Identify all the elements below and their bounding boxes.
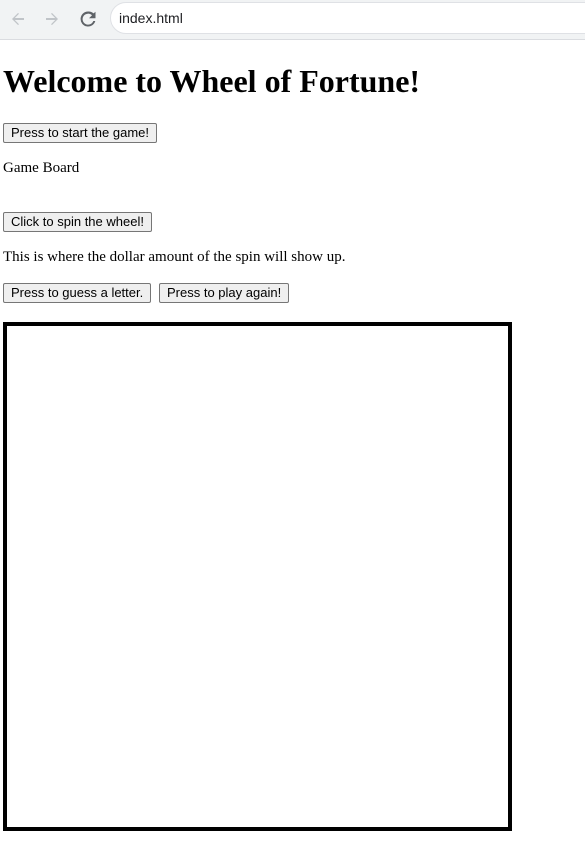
game-board-label: Game Board [3, 160, 80, 176]
page-content: Welcome to Wheel of Fortune! Press to st… [0, 41, 585, 855]
address-text: index.html [119, 10, 183, 26]
start-game-button[interactable]: Press to start the game! [3, 123, 158, 143]
browser-toolbar: index.html [0, 0, 585, 40]
back-arrow-icon[interactable] [7, 8, 29, 30]
page-title: Welcome to Wheel of Fortune! [3, 63, 421, 99]
reload-icon[interactable] [77, 8, 99, 30]
game-canvas[interactable] [3, 322, 512, 831]
play-again-button[interactable]: Press to play again! [159, 283, 290, 303]
guess-letter-button[interactable]: Press to guess a letter. [3, 283, 152, 303]
forward-arrow-icon[interactable] [41, 8, 63, 30]
spin-result-text: This is where the dollar amount of the s… [3, 249, 346, 265]
address-bar[interactable]: index.html [110, 2, 585, 34]
spin-wheel-button[interactable]: Click to spin the wheel! [3, 212, 152, 232]
